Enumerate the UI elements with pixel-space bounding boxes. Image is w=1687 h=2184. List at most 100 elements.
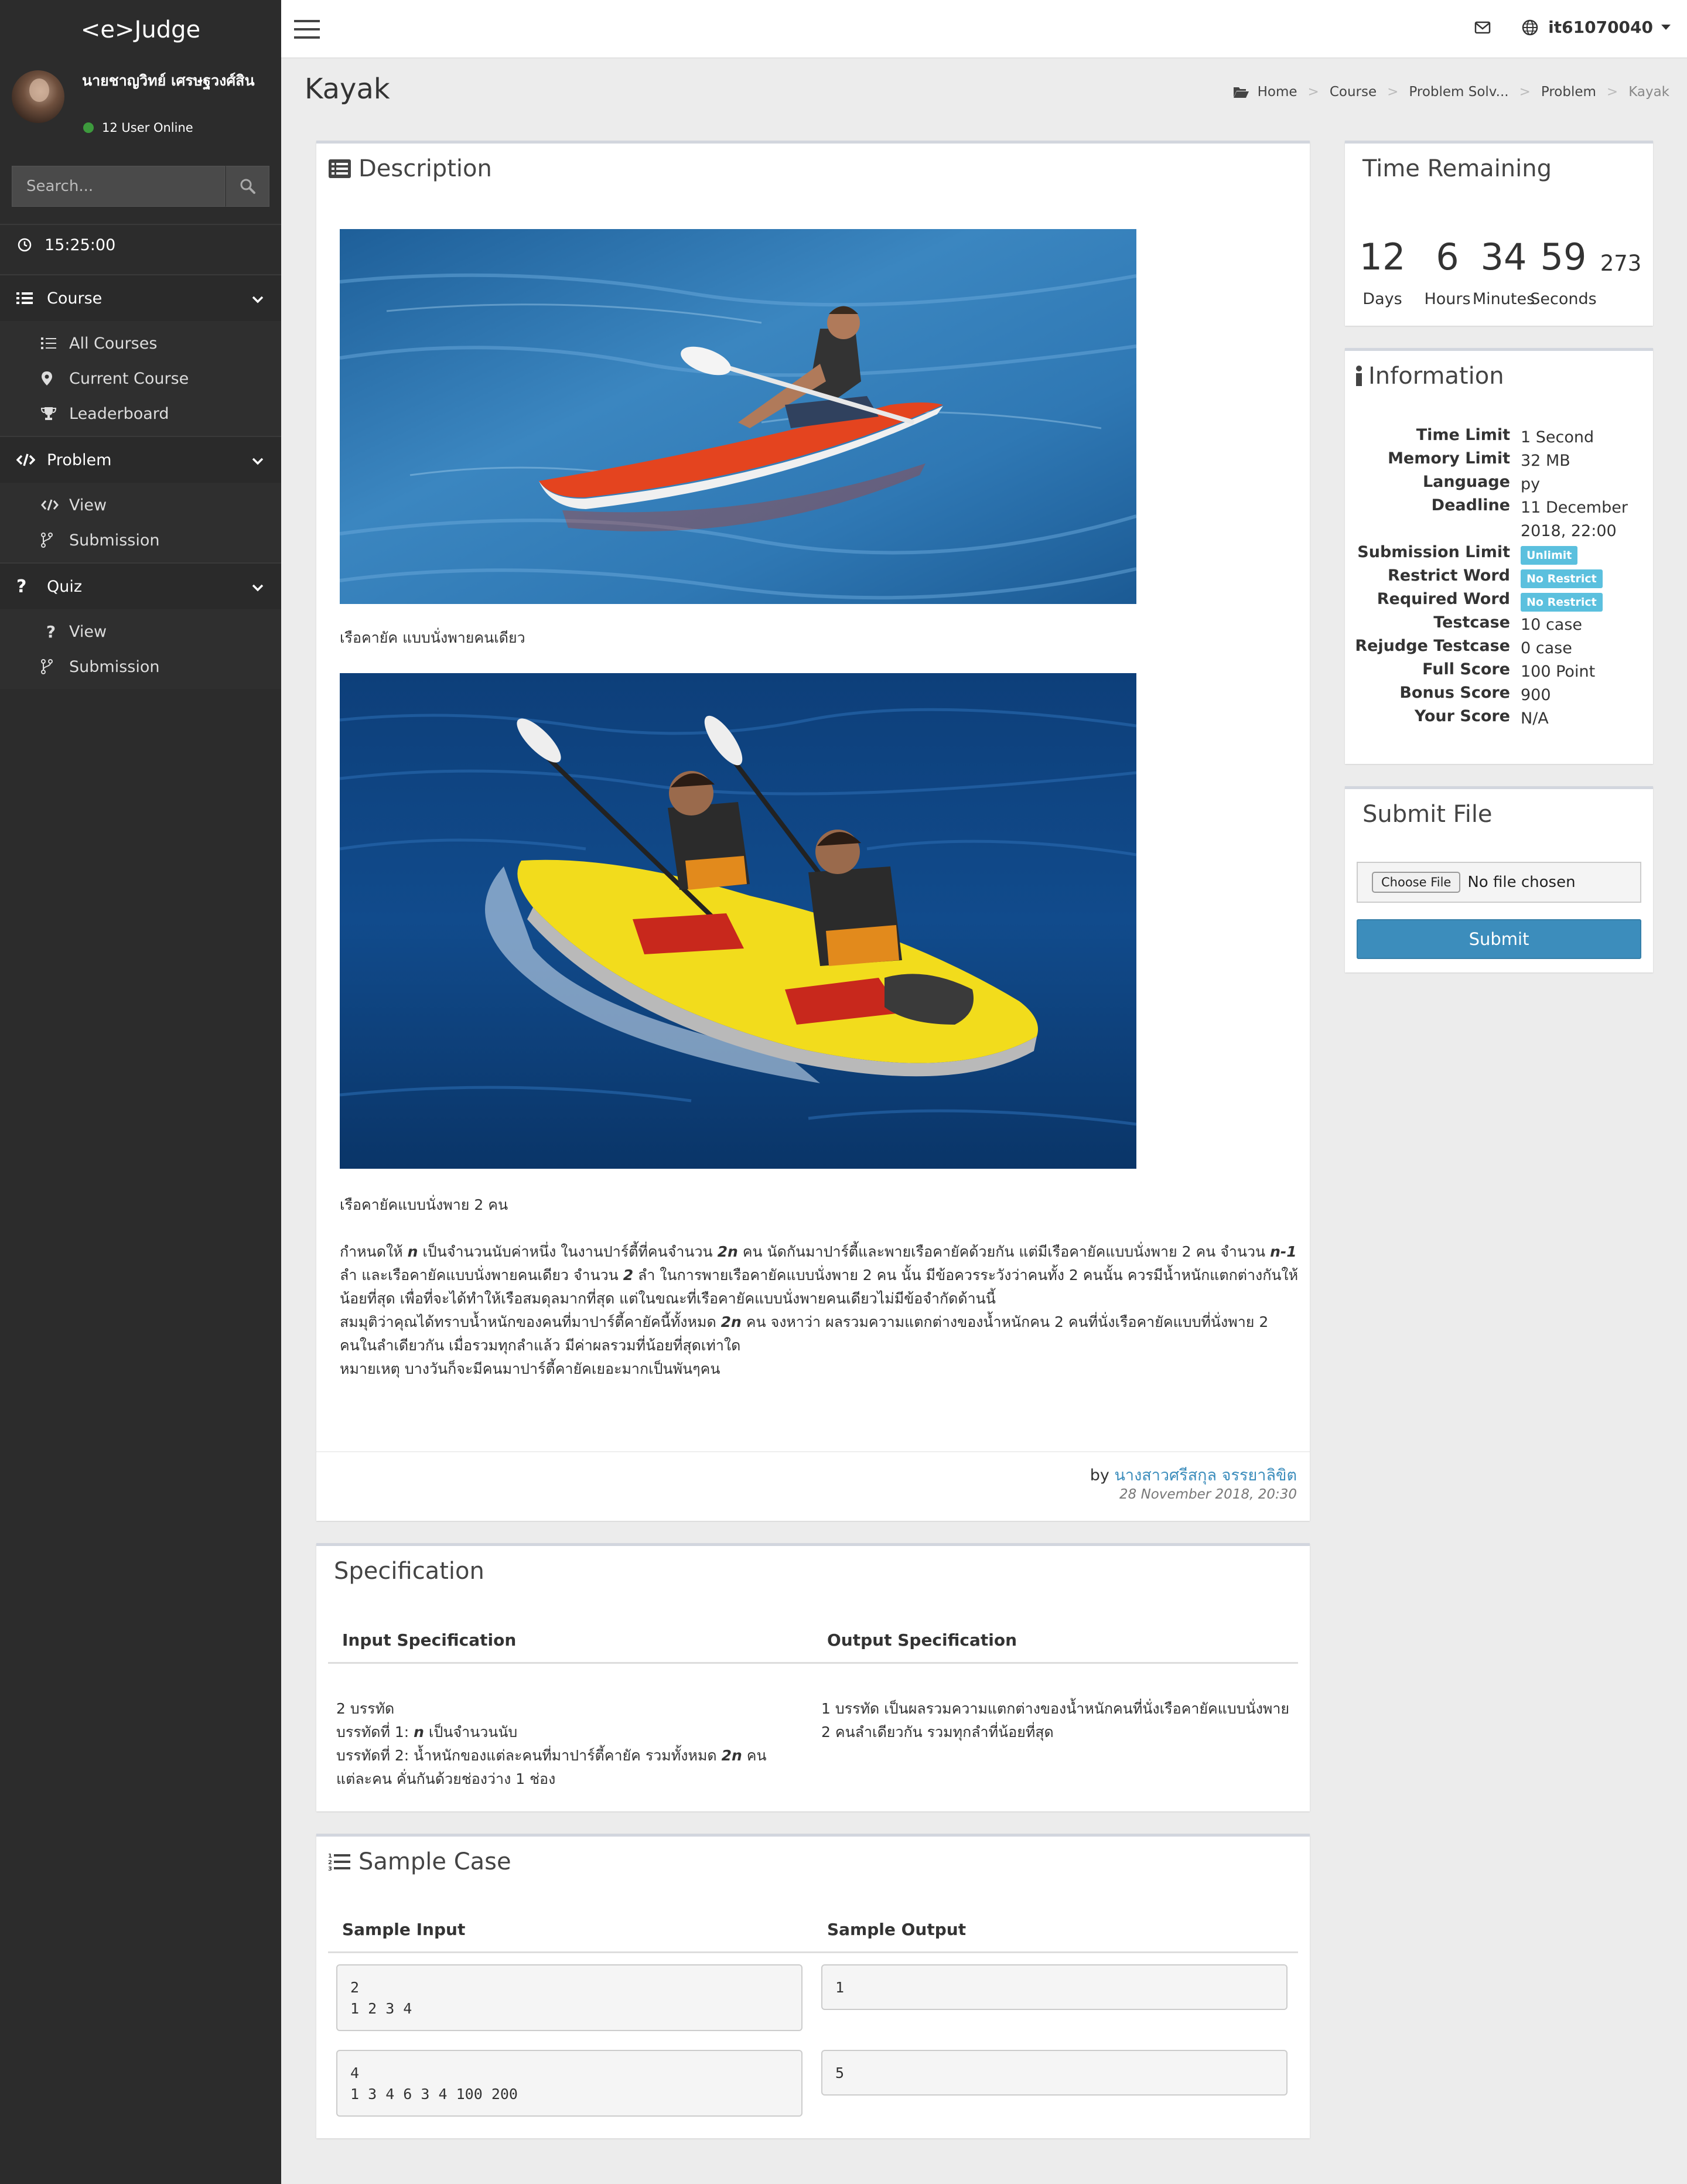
sidebar-item-leaderboard[interactable]: Leaderboard <box>0 396 281 431</box>
trophy-icon <box>41 407 61 421</box>
course-submenu: All Courses Current Course Leaderboard <box>0 321 281 436</box>
info-value: N/A <box>1521 709 1549 728</box>
info-value: 100 Point <box>1521 663 1596 681</box>
info-key: Your Score <box>1414 707 1510 725</box>
sidebar-item-problem-view[interactable]: View <box>0 487 281 523</box>
info-value: 32 MB <box>1521 452 1570 470</box>
envelope-icon[interactable] <box>1474 19 1491 36</box>
user-panel: นายชาญวิทย์ เศรษฐวงศ์สิน 12 User Online <box>0 60 281 148</box>
sidebar-item-label: Submission <box>69 531 160 550</box>
chevron-down-icon <box>252 451 264 469</box>
sample-case-box: 123 Sample Case Sample Input Sample Outp… <box>316 1834 1310 2138</box>
sample-header-divider <box>328 1951 1298 1953</box>
sidebar-item-label: All Courses <box>69 334 158 353</box>
post-date: 28 November 2018, 20:30 <box>1119 1487 1297 1502</box>
info-key: Full Score <box>1422 660 1510 678</box>
sample-output-1: 1 <box>821 1964 1288 2010</box>
list-alt-icon <box>328 159 351 179</box>
user-status: 12 User Online <box>83 121 193 135</box>
top-navbar: it61070040 <box>281 0 1687 59</box>
submit-file-title: Submit File <box>1362 801 1493 828</box>
sidebar-search <box>12 166 269 207</box>
countdown-minutes: 34 Minutes <box>1472 236 1535 308</box>
sample-input-1: 2 1 2 3 4 <box>336 1964 802 2031</box>
file-input[interactable]: Choose File No file chosen <box>1357 862 1641 903</box>
sidebar-item-quiz-submission[interactable]: Submission <box>0 649 281 684</box>
info-submission-limit: Submission Limit Unlimit <box>1345 543 1653 567</box>
extra-value: 273 <box>1600 251 1642 276</box>
countdown-seconds: 59 Seconds <box>1530 236 1596 308</box>
sidebar-item-quiz-view[interactable]: ? View <box>0 614 281 649</box>
breadcrumb-problem-solving[interactable]: Problem Solv... <box>1409 84 1508 100</box>
breadcrumb-course[interactable]: Course <box>1330 84 1377 100</box>
days-value: 12 <box>1359 236 1406 278</box>
online-dot-icon <box>83 122 94 133</box>
information-header: Information <box>1354 363 1504 390</box>
search-input[interactable] <box>12 166 225 207</box>
minutes-label: Minutes <box>1472 290 1535 308</box>
globe-icon[interactable] <box>1521 19 1539 36</box>
unlimit-badge: Unlimit <box>1521 545 1578 565</box>
no-restrict-badge: No Restrict <box>1521 592 1603 612</box>
code-icon <box>41 499 61 511</box>
info-value: 0 case <box>1521 639 1572 657</box>
sample-input-header: Sample Input <box>342 1920 466 1939</box>
countdown-hours: 6 Hours <box>1420 236 1475 308</box>
countdown-extra: 273 <box>1594 236 1647 308</box>
sidebar-item-all-courses[interactable]: All Courses <box>0 326 281 361</box>
code-fork-icon <box>41 533 61 548</box>
breadcrumb-home[interactable]: Home <box>1258 84 1297 100</box>
submit-file-box: Submit File Choose File No file chosen S… <box>1345 786 1653 972</box>
input-spec-line: บรรทัดที่ 1: n เป็นจำนวนนับ <box>336 1724 518 1741</box>
days-label: Days <box>1362 290 1402 308</box>
minutes-value: 34 <box>1480 236 1527 278</box>
sample-case-header: 123 Sample Case <box>328 1848 511 1875</box>
svg-text:1: 1 <box>328 1853 332 1859</box>
output-spec-text: 1 บรรทัด เป็นผลรวมความแตกต่างของน้ำหนักค… <box>821 1700 1290 1741</box>
specification-title: Specification <box>334 1558 484 1585</box>
question-icon: ? <box>16 576 27 597</box>
info-key: Time Limit <box>1416 426 1510 444</box>
sample-output-header: Sample Output <box>827 1920 967 1939</box>
problem-statement-1: กำหนดให้ n เป็นจำนวนนับค่าหนึ่ง ในงานปาร… <box>340 1243 1299 1307</box>
input-spec-line: แต่ละคน คั่นกันด้วยช่องว่าง 1 ช่อง <box>336 1770 556 1787</box>
caption-single-kayak: เรือคายัค แบบนั่งพายคนเดียว <box>340 629 525 646</box>
sidebar-item-current-course[interactable]: Current Course <box>0 361 281 396</box>
information-title: Information <box>1368 363 1504 390</box>
caption-tandem-kayak: เรือคายัคแบบนั่งพาย 2 คน <box>340 1196 508 1213</box>
code-fork-icon <box>41 659 61 674</box>
chevron-down-icon <box>252 578 264 596</box>
breadcrumb-current: Kayak <box>1628 84 1669 100</box>
avatar <box>12 70 64 123</box>
countdown-days: 12 Days <box>1345 236 1420 308</box>
sidebar-item-quiz[interactable]: ? Quiz <box>0 562 281 609</box>
code-icon <box>16 453 37 467</box>
sidebar-item-course[interactable]: Course <box>0 274 281 321</box>
author-link[interactable]: นางสาวศรีสกุล จรรยาลิขิต <box>1114 1466 1297 1485</box>
sidebar-item-label: Course <box>47 289 103 308</box>
svg-text:2: 2 <box>328 1859 332 1866</box>
info-value: 1 Second <box>1521 428 1594 446</box>
submit-button[interactable]: Submit <box>1357 919 1641 959</box>
input-spec-line: บรรทัดที่ 2: น้ำหนักของแต่ละคนที่มาปาร์ต… <box>336 1747 767 1764</box>
breadcrumb-problem[interactable]: Problem <box>1541 84 1596 100</box>
sidebar-item-problem[interactable]: Problem <box>0 436 281 483</box>
time-remaining-title: Time Remaining <box>1362 155 1552 182</box>
sidebar-item-label: Current Course <box>69 369 189 388</box>
user-menu[interactable]: it61070040 <box>1548 18 1671 37</box>
search-button[interactable] <box>225 166 269 207</box>
sidebar-item-label: Quiz <box>47 577 83 596</box>
specification-box: Specification Input Specification Output… <box>316 1543 1310 1811</box>
username: it61070040 <box>1548 18 1653 37</box>
online-count: 12 User Online <box>102 121 193 135</box>
search-icon <box>240 179 255 194</box>
info-key: Testcase <box>1433 613 1510 632</box>
hours-value: 6 <box>1436 236 1459 278</box>
info-key: Deadline <box>1431 496 1510 514</box>
brand-logo[interactable]: <e>Judge <box>0 0 281 60</box>
sidebar-toggle-icon[interactable] <box>294 20 320 39</box>
sidebar-item-problem-submission[interactable]: Submission <box>0 523 281 558</box>
question-icon: ? <box>46 622 56 641</box>
choose-file-button[interactable]: Choose File <box>1372 872 1461 893</box>
spec-header-divider <box>328 1662 1298 1664</box>
